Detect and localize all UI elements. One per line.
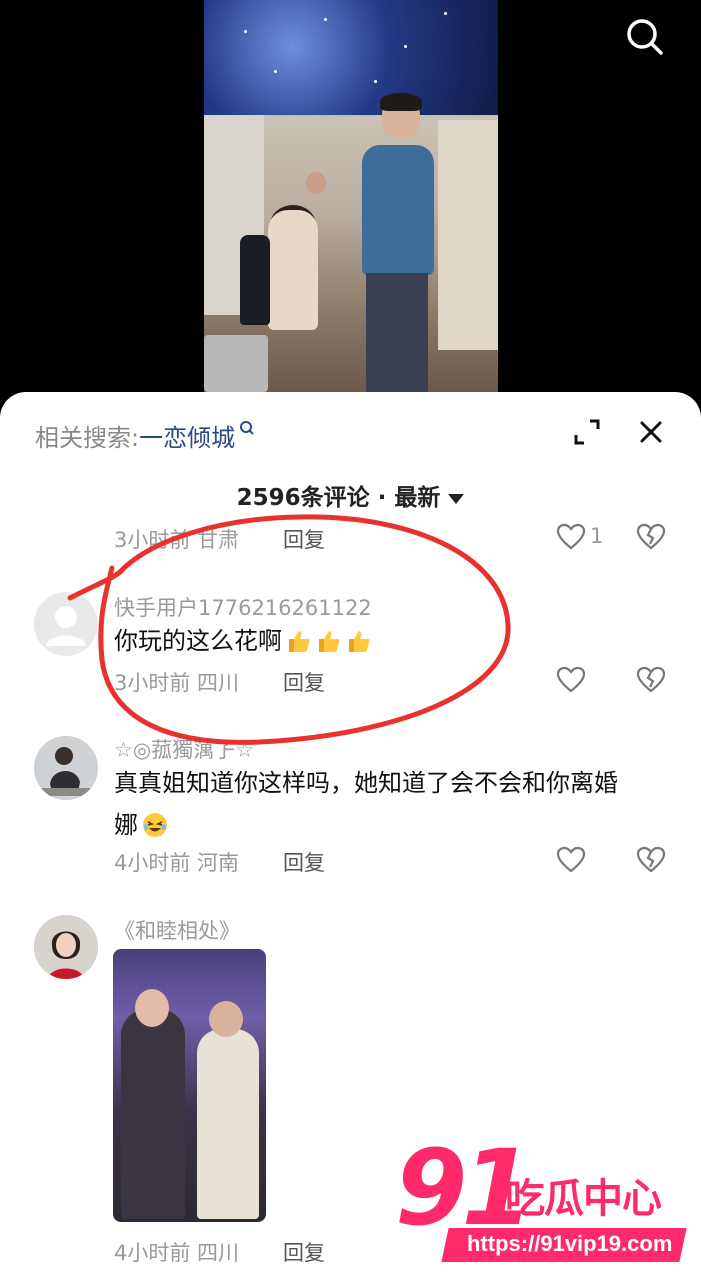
thumbs-up-icon xyxy=(346,625,372,652)
comment-meta: 3小时前 四川 xyxy=(114,671,240,695)
search-icon[interactable] xyxy=(624,16,666,58)
comment-username[interactable]: ☆◎菰獨蕅孒☆ xyxy=(114,734,254,764)
laughing-face-icon xyxy=(142,809,168,837)
heart-icon[interactable] xyxy=(556,846,586,874)
close-icon[interactable] xyxy=(636,417,666,447)
search-icon xyxy=(239,416,255,444)
avatar[interactable] xyxy=(34,592,98,656)
thumbs-up-icon xyxy=(286,625,312,652)
broken-heart-icon[interactable] xyxy=(636,666,666,694)
comment-username[interactable]: 《和睦相处》 xyxy=(114,915,240,945)
broken-heart-icon[interactable] xyxy=(636,846,666,874)
background-person xyxy=(306,172,326,194)
comment-count-sort[interactable]: 2596条评论 · 最新 xyxy=(0,478,701,512)
related-search-term[interactable]: 一恋倾城 xyxy=(139,424,235,452)
comment-body: 你玩的这么花啊 xyxy=(114,627,282,655)
starry-ceiling xyxy=(204,0,498,115)
related-search-label: 相关搜索: xyxy=(35,424,140,452)
man-figure xyxy=(354,93,434,392)
heart-icon[interactable] xyxy=(556,523,586,551)
comment-text: 真真姐知道你这样吗，她知道了会不会和你离婚娜 xyxy=(114,762,674,846)
watermark-brand: 吃瓜中心 xyxy=(505,1176,662,1222)
comment-sheet: 相关搜索:一恋倾城 2596条评论 · 最新 3小时前 甘肃 回复 1 快手用户… xyxy=(0,392,701,1280)
related-search[interactable]: 相关搜索:一恋倾城 xyxy=(35,418,255,453)
reply-button[interactable]: 回复 xyxy=(283,847,325,877)
woman-figure xyxy=(268,210,318,330)
comment-body-line2: 娜 xyxy=(114,811,138,839)
broken-heart-icon[interactable] xyxy=(636,523,666,551)
chevron-down-icon[interactable] xyxy=(448,493,465,504)
reply-button[interactable]: 回复 xyxy=(283,524,325,554)
comment-text: 你玩的这么花啊 xyxy=(114,620,372,662)
like-count: 1 xyxy=(590,524,604,548)
comment-meta: 4小时前 河南 xyxy=(114,851,240,875)
ice-bucket xyxy=(204,335,268,392)
comment-meta: 3小时前 甘肃 xyxy=(114,528,240,552)
comment-body-line1: 真真姐知道你这样吗，她知道了会不会和你离婚 xyxy=(114,769,618,797)
reply-button[interactable]: 回复 xyxy=(283,1237,325,1267)
cabin-wall-right xyxy=(438,120,498,350)
heart-icon[interactable] xyxy=(556,666,586,694)
comment-meta: 4小时前 四川 xyxy=(114,1241,240,1265)
comment-image[interactable] xyxy=(113,949,266,1222)
sheet-header: 相关搜索:一恋倾城 xyxy=(0,392,701,472)
watermark-logo: 91 吃瓜中心 https://91vip19.com xyxy=(395,1136,695,1268)
video-frame[interactable] xyxy=(204,0,498,392)
reply-button[interactable]: 回复 xyxy=(283,667,325,697)
avatar[interactable] xyxy=(34,736,98,800)
video-player[interactable] xyxy=(0,0,701,400)
comment-username[interactable]: 快手用户1776216261122 xyxy=(114,592,372,622)
comment-count: 2596条评论 · 最新 xyxy=(236,485,441,511)
expand-icon[interactable] xyxy=(572,417,602,447)
champagne-bottle xyxy=(240,235,270,325)
avatar[interactable] xyxy=(34,915,98,979)
thumbs-up-icon xyxy=(316,625,342,652)
watermark-url: https://91vip19.com xyxy=(467,1231,673,1256)
